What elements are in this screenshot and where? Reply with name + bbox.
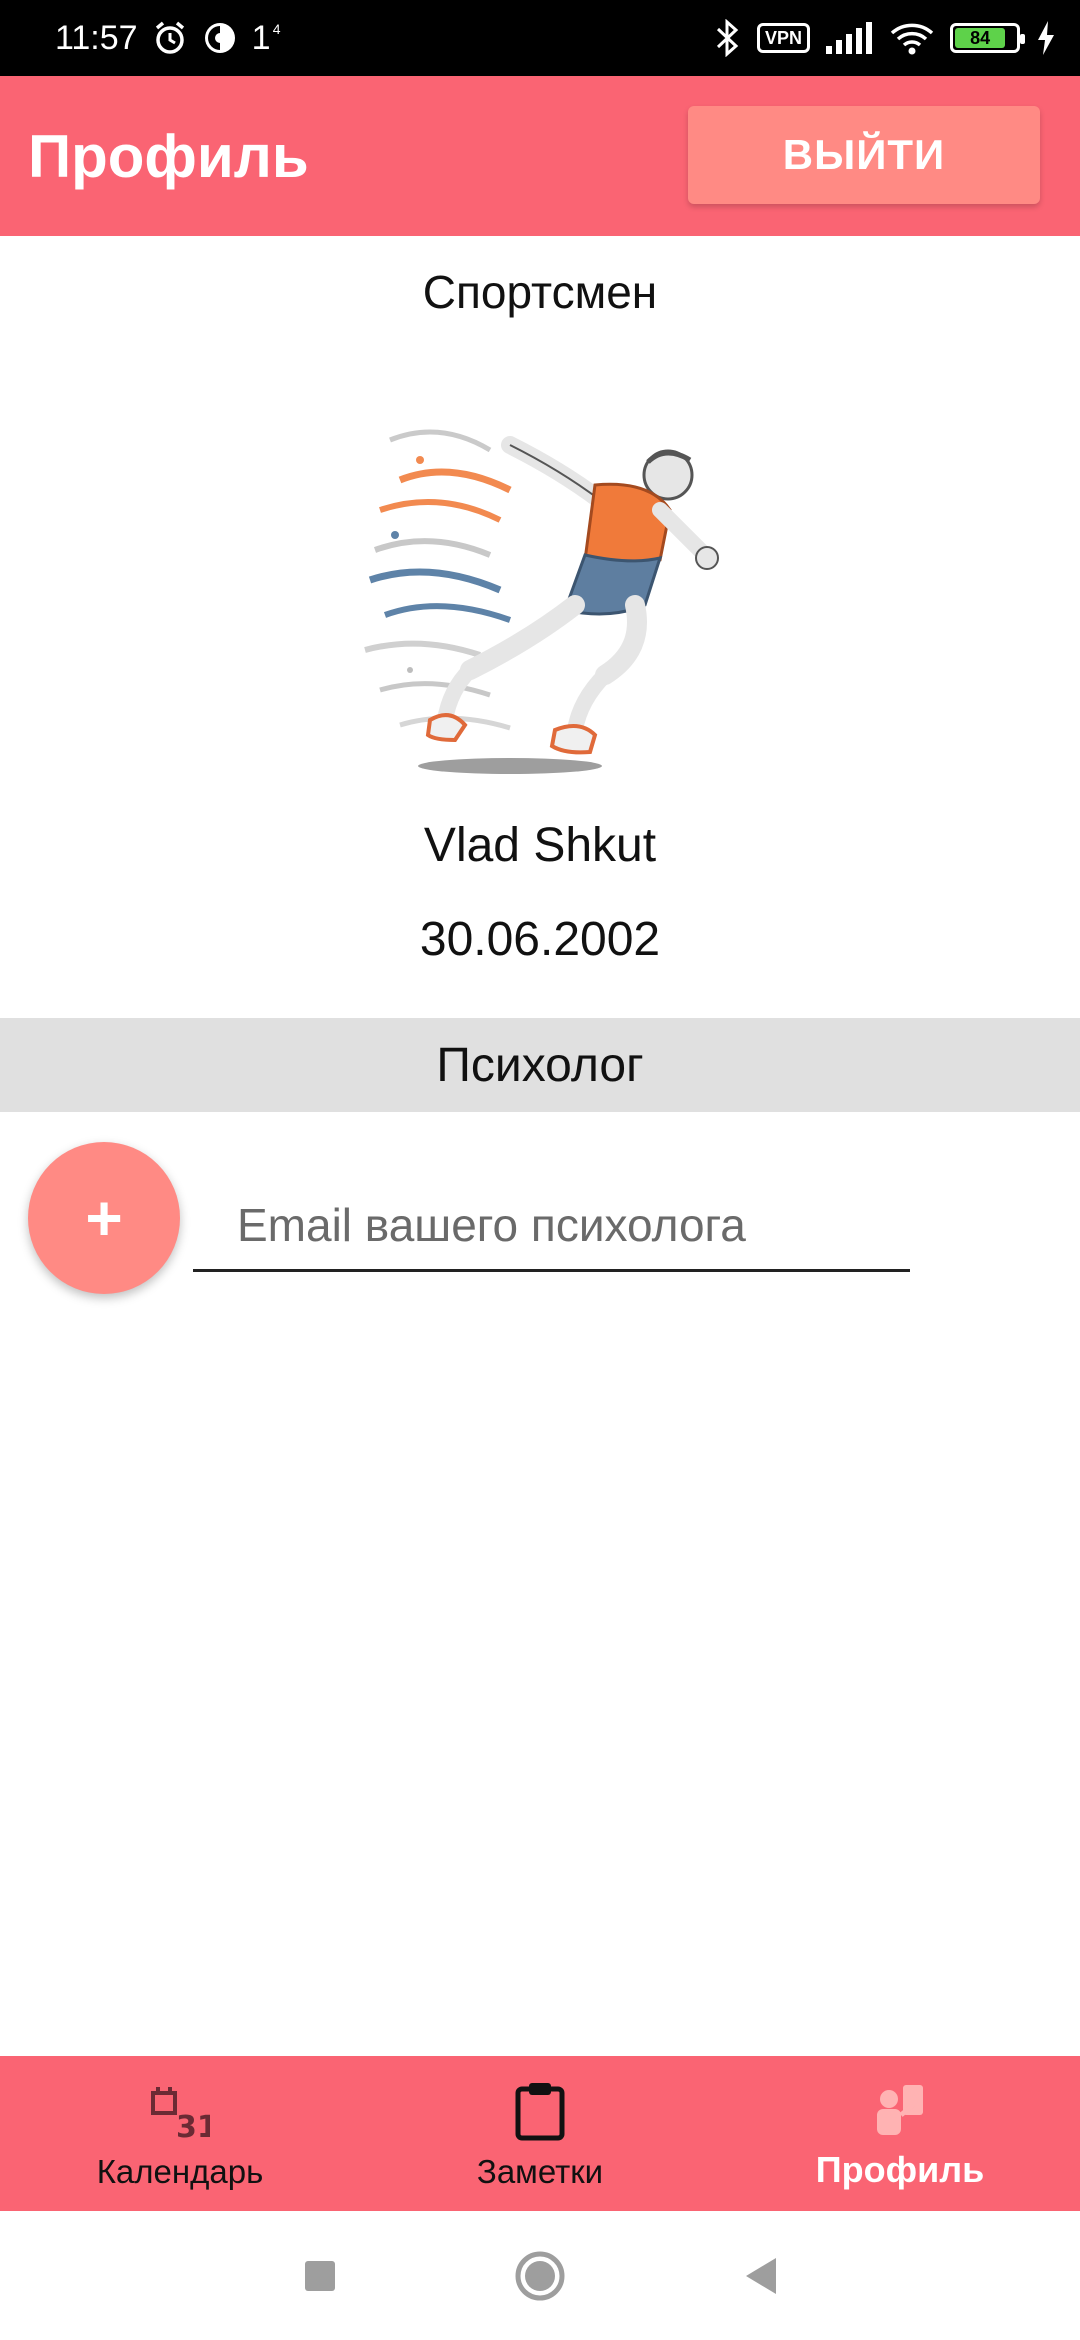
nav-item-calendar[interactable]: 31 Календарь <box>0 2056 360 2211</box>
battery-icon: 84 <box>950 23 1025 53</box>
status-bar: 11:57 14 VPN 84 <box>0 0 1080 76</box>
alarm-icon <box>152 20 188 56</box>
vpn-badge: VPN <box>756 23 810 53</box>
notification-count: 14 <box>251 18 281 57</box>
wifi-icon <box>890 21 934 55</box>
logout-button[interactable]: ВЫЙТИ <box>688 106 1040 204</box>
user-name: Vlad Shkut <box>423 819 657 872</box>
clipboard-icon <box>514 2079 566 2141</box>
notification-app-icon <box>202 20 238 56</box>
nav-label-profile: Профиль <box>815 2149 985 2190</box>
psychologist-section-header: Психолог <box>0 1018 1080 1112</box>
nav-label-calendar: Календарь <box>96 2153 264 2190</box>
role-label: Спортсмен <box>422 266 658 318</box>
runner-illustration <box>364 429 719 774</box>
add-psychologist-button[interactable]: + <box>28 1142 180 1294</box>
calendar-icon: 31 <box>150 2079 210 2141</box>
user-birth-date: 30.06.2002 <box>419 913 661 966</box>
status-right: VPN 84 <box>715 0 1056 76</box>
status-left: 11:57 14 <box>55 0 281 76</box>
nav-item-profile[interactable]: Профиль <box>720 2056 1080 2211</box>
signal-icon <box>826 22 874 54</box>
charging-icon <box>1036 21 1056 55</box>
back-button[interactable] <box>730 2246 790 2306</box>
psychologist-email-input[interactable] <box>193 1180 910 1272</box>
battery-level: 84 <box>955 28 1006 48</box>
svg-text:31: 31 <box>176 2110 210 2141</box>
bottom-navigation: 31 Календарь Заметки Профиль <box>0 2056 1080 2211</box>
nav-item-notes[interactable]: Заметки <box>360 2056 720 2211</box>
page-title: Профиль <box>28 122 309 190</box>
status-time: 11:57 <box>55 18 138 57</box>
home-button[interactable] <box>510 2246 570 2306</box>
system-navigation-bar <box>0 2211 1080 2340</box>
bluetooth-icon <box>715 19 741 57</box>
app-bar: Профиль ВЫЙТИ <box>0 76 1080 236</box>
recents-button[interactable] <box>290 2246 350 2306</box>
avatar <box>360 390 720 790</box>
nav-label-notes: Заметки <box>476 2153 604 2190</box>
profile-icon <box>873 2075 927 2137</box>
